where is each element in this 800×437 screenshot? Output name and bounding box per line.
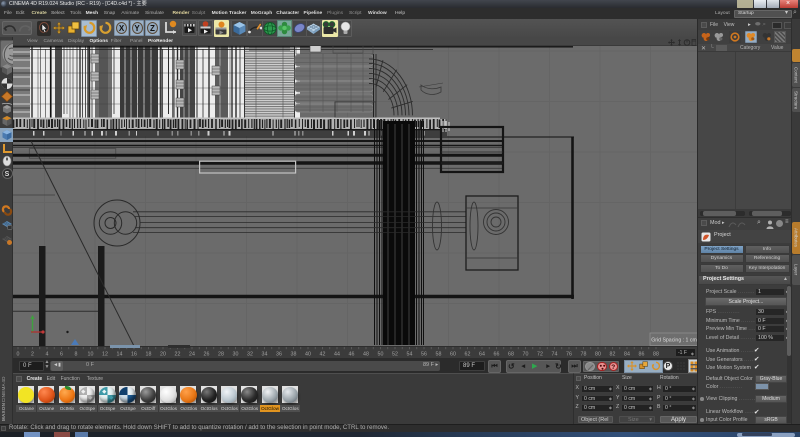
svg-text:10: 10 bbox=[88, 352, 94, 358]
svg-text:4: 4 bbox=[46, 352, 49, 358]
svg-text:56: 56 bbox=[421, 352, 427, 358]
svg-text:86: 86 bbox=[639, 352, 645, 358]
svg-text:72: 72 bbox=[537, 352, 543, 358]
svg-text:24: 24 bbox=[189, 352, 195, 358]
svg-text:36: 36 bbox=[276, 352, 282, 358]
svg-text:48: 48 bbox=[363, 352, 369, 358]
svg-text:62: 62 bbox=[465, 352, 471, 358]
svg-text:20: 20 bbox=[160, 352, 166, 358]
svg-text:88: 88 bbox=[653, 352, 659, 358]
svg-text:40: 40 bbox=[305, 352, 311, 358]
svg-text:46: 46 bbox=[349, 352, 355, 358]
svg-text:Grid Spacing : 1 cm: Grid Spacing : 1 cm bbox=[651, 338, 697, 344]
svg-text:14: 14 bbox=[117, 352, 123, 358]
svg-text:54: 54 bbox=[407, 352, 413, 358]
svg-text:52: 52 bbox=[392, 352, 398, 358]
svg-text:66: 66 bbox=[494, 352, 500, 358]
svg-text:0: 0 bbox=[17, 352, 20, 358]
svg-text:32: 32 bbox=[247, 352, 253, 358]
svg-text:42: 42 bbox=[320, 352, 326, 358]
svg-text:50: 50 bbox=[378, 352, 384, 358]
svg-text:6: 6 bbox=[60, 352, 63, 358]
svg-text:68: 68 bbox=[508, 352, 514, 358]
svg-text:60: 60 bbox=[450, 352, 456, 358]
svg-text:38: 38 bbox=[291, 352, 297, 358]
svg-text:26: 26 bbox=[204, 352, 210, 358]
svg-text:44: 44 bbox=[334, 352, 340, 358]
svg-text:58: 58 bbox=[436, 352, 442, 358]
svg-text:2: 2 bbox=[31, 352, 34, 358]
svg-text:8: 8 bbox=[75, 352, 78, 358]
svg-text:30: 30 bbox=[233, 352, 239, 358]
svg-text:22: 22 bbox=[175, 352, 181, 358]
svg-text:84: 84 bbox=[624, 352, 630, 358]
svg-text:18: 18 bbox=[146, 352, 152, 358]
svg-text:28: 28 bbox=[218, 352, 224, 358]
svg-text:12: 12 bbox=[102, 352, 108, 358]
svg-text:74: 74 bbox=[552, 352, 558, 358]
svg-text:76: 76 bbox=[566, 352, 572, 358]
svg-text:82: 82 bbox=[610, 352, 616, 358]
svg-text:34: 34 bbox=[262, 352, 268, 358]
svg-text:64: 64 bbox=[479, 352, 485, 358]
svg-text:16: 16 bbox=[131, 352, 137, 358]
svg-text:80: 80 bbox=[595, 352, 601, 358]
svg-text:70: 70 bbox=[523, 352, 529, 358]
svg-text:78: 78 bbox=[581, 352, 587, 358]
